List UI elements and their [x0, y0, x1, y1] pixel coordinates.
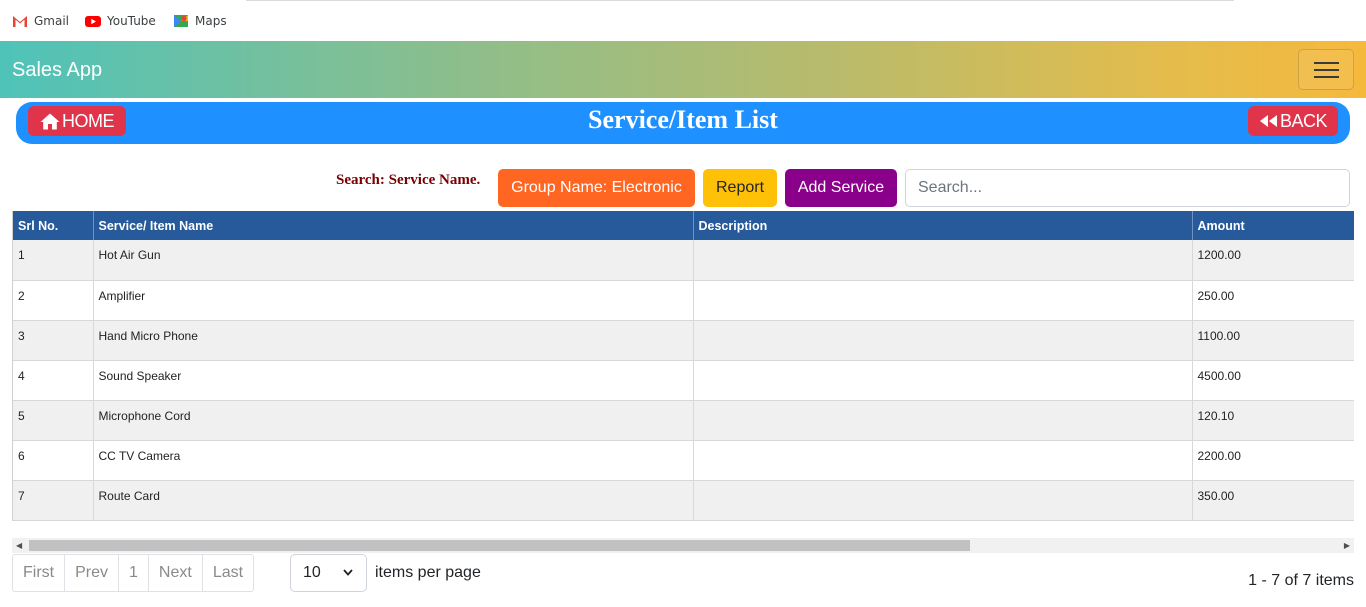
back-label: BACK — [1279, 110, 1328, 131]
cell-description — [693, 360, 1193, 401]
column-header-amount[interactable]: Amount — [1192, 211, 1354, 240]
page-title: Service/Item List — [588, 105, 778, 134]
page-number-button[interactable]: 1 — [119, 555, 149, 591]
gmail-icon — [13, 16, 27, 27]
cell-name: Microphone Cord — [93, 400, 694, 441]
cell-description — [693, 400, 1193, 441]
pager-info: 1 - 7 of 7 items — [1248, 572, 1354, 589]
cell-description — [693, 320, 1193, 361]
service-grid: Srl No. Service/ Item Name Description A… — [12, 211, 1354, 521]
first-page-button[interactable]: First — [13, 555, 66, 591]
group-name-button[interactable]: Group Name: Electronic — [498, 169, 695, 207]
bookmark-youtube[interactable]: YouTube — [85, 13, 156, 29]
cell-description — [693, 480, 1193, 521]
table-header-row: Srl No. Service/ Item Name Description A… — [13, 211, 1354, 240]
cell-amount: 4500.00 — [1192, 360, 1354, 401]
search-label: Search: Service Name. — [336, 172, 481, 188]
table-row[interactable]: 6 CC TV Camera 2200.00 — [13, 440, 1354, 481]
bookmark-maps[interactable]: Maps — [173, 13, 227, 29]
app-brand[interactable]: Sales App — [12, 59, 102, 82]
report-button[interactable]: Report — [703, 169, 777, 207]
cell-srl: 4 — [13, 360, 94, 401]
menu-toggle-button[interactable] — [1298, 49, 1354, 90]
back-button[interactable]: BACK — [1248, 106, 1338, 136]
table-row[interactable]: 7 Route Card 350.00 — [13, 480, 1354, 521]
chevron-down-icon — [343, 569, 353, 576]
table-row[interactable]: 1 Hot Air Gun 1200.00 — [13, 240, 1354, 281]
hamburger-icon — [1314, 62, 1339, 64]
cell-description — [693, 240, 1193, 281]
bookmark-gmail[interactable]: Gmail — [12, 13, 69, 29]
cell-amount: 250.00 — [1192, 280, 1354, 321]
hamburger-icon — [1314, 69, 1339, 71]
cell-srl: 7 — [13, 480, 94, 521]
search-input[interactable] — [905, 169, 1350, 207]
table-row[interactable]: 4 Sound Speaker 4500.00 — [13, 360, 1354, 401]
table-row[interactable]: 2 Amplifier 250.00 — [13, 280, 1354, 321]
cell-srl: 3 — [13, 320, 94, 361]
bookmarks-bar: Gmail YouTube Maps — [0, 0, 1366, 41]
divider — [246, 0, 1234, 1]
cell-amount: 1100.00 — [1192, 320, 1354, 361]
hamburger-icon — [1314, 76, 1339, 78]
maps-icon — [174, 15, 188, 27]
bookmark-label: Gmail — [34, 14, 70, 28]
next-page-button[interactable]: Next — [149, 555, 203, 591]
last-page-button[interactable]: Last — [203, 555, 253, 591]
cell-name: Sound Speaker — [93, 360, 694, 401]
column-header-name[interactable]: Service/ Item Name — [93, 211, 694, 240]
table-row[interactable]: 3 Hand Micro Phone 1100.00 — [13, 320, 1354, 361]
cell-amount: 350.00 — [1192, 480, 1354, 521]
cell-srl: 5 — [13, 400, 94, 441]
scroll-left-icon[interactable]: ◀ — [16, 541, 22, 550]
items-per-page-label: items per page — [375, 564, 481, 581]
table-row[interactable]: 5 Microphone Cord 120.10 — [13, 400, 1354, 441]
scrollbar-thumb[interactable] — [29, 540, 970, 551]
cell-amount: 120.10 — [1192, 400, 1354, 441]
youtube-icon — [85, 16, 101, 27]
cell-amount: 2200.00 — [1192, 440, 1354, 481]
cell-description — [693, 280, 1193, 321]
pagination: First Prev 1 Next Last — [12, 554, 255, 592]
cell-srl: 6 — [13, 440, 94, 481]
column-header-description[interactable]: Description — [693, 211, 1193, 240]
cell-name: Hot Air Gun — [93, 240, 694, 281]
prev-page-button[interactable]: Prev — [65, 555, 120, 591]
bookmark-label: YouTube — [107, 14, 156, 28]
cell-amount: 1200.00 — [1192, 240, 1354, 281]
cell-description — [693, 440, 1193, 481]
navbar: Sales App — [0, 41, 1366, 98]
page-header: HOME Service/Item List BACK — [16, 102, 1350, 144]
cell-srl: 2 — [13, 280, 94, 321]
page-size-select[interactable]: 10 — [290, 554, 367, 592]
scroll-right-icon[interactable]: ▶ — [1344, 541, 1350, 550]
bookmark-label: Maps — [195, 14, 227, 28]
add-service-button[interactable]: Add Service — [785, 169, 897, 207]
backward-icon — [1259, 115, 1277, 127]
column-header-srl[interactable]: Srl No. — [13, 211, 94, 240]
cell-srl: 1 — [13, 240, 94, 281]
cell-name: Hand Micro Phone — [93, 320, 694, 361]
cell-name: Route Card — [93, 480, 694, 521]
cell-name: Amplifier — [93, 280, 694, 321]
horizontal-scrollbar[interactable]: ◀ ▶ — [12, 538, 1354, 553]
page-size-value: 10 — [303, 564, 321, 581]
cell-name: CC TV Camera — [93, 440, 694, 481]
